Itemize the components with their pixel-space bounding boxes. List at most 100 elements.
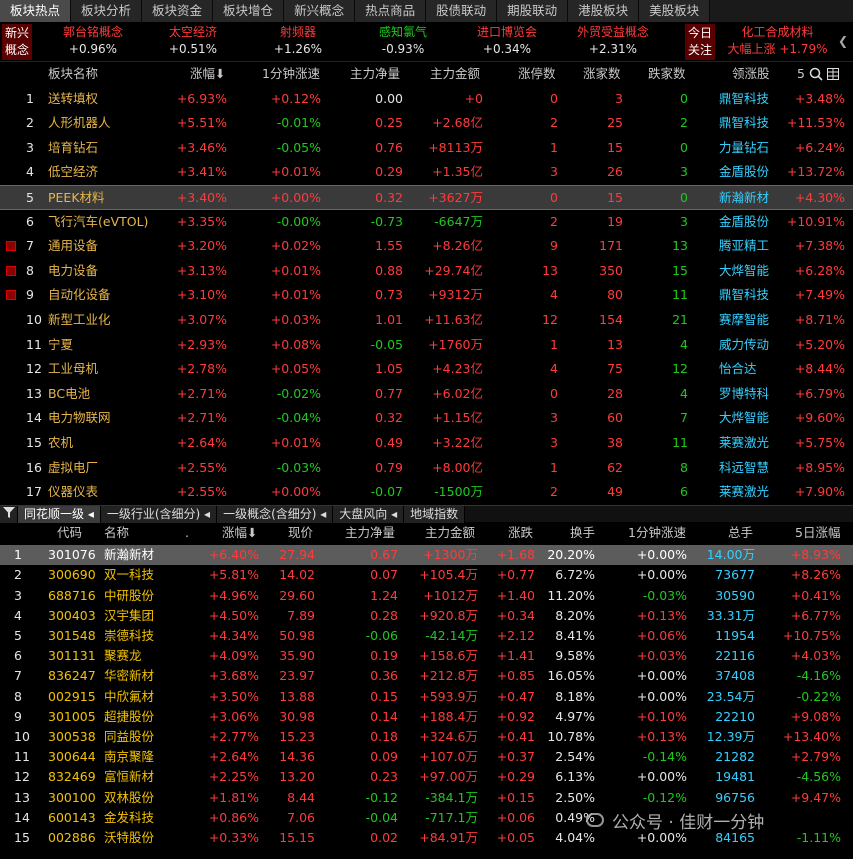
sector-row[interactable]: 12 工业母机 +2.78% +0.05% 1.05 +4.23亿 4 75 12 怡合达 +8.4… [0,357,853,382]
concept-item[interactable]: 进口博览会 +0.34% [452,24,562,58]
col-speed[interactable]: 1分钟涨速 [262,62,320,87]
stock-row[interactable]: 9 301005 超捷股份 +3.06% 30.98 0.14 +188.4万 +0.92 4.… [0,707,853,727]
today-focus-label[interactable]: 今日 关注 [685,24,715,60]
search-icon[interactable] [809,62,823,87]
grid-icon[interactable] [827,62,839,87]
stock-row[interactable]: 11 300644 南京聚隆 +2.64% 14.36 0.09 +107.0万 +0.37 2… [0,747,853,767]
tab-hk-sectors[interactable]: 港股板块 [568,0,640,22]
tab-sector-hot[interactable]: 板块热点 [0,0,72,22]
sector-row[interactable]: 11 宁夏 +2.93% +0.08% -0.05 +1760万 1 13 4 威力传动 +5.20… [0,333,853,358]
col-net[interactable]: 主力净量 [350,62,400,87]
col-down-count[interactable]: 跌家数 [648,62,686,87]
concept-item[interactable]: 郭台铭概念 +0.96% [38,24,148,58]
label-line1: 今日 [687,26,712,40]
concept-item[interactable]: 感知氯气 -0.93% [348,24,458,58]
row-number: 13 [14,789,30,805]
tab-stock-bond[interactable]: 股债联动 [426,0,498,22]
col-up-count[interactable]: 涨家数 [583,62,621,87]
stock-row[interactable]: 8 002915 中欣氟材 +3.50% 13.88 0.15 +593.9万 +0.47 8.… [0,687,853,707]
tab-futures-stock[interactable]: 期股联动 [497,0,569,22]
stock-row[interactable]: 6 301131 聚赛龙 +4.09% 35.90 0.19 +158.6万 +1.41 9.5… [0,646,853,666]
tab-sector-funds[interactable]: 板块资金 [142,0,214,22]
sector-name: 新型工业化 [48,312,111,327]
sector-row[interactable]: 2 人形机器人 +5.51% -0.01% 0.25 +2.68亿 2 25 2 鼎智科技 +11.… [0,111,853,136]
col-name[interactable]: 名称 [104,523,129,543]
stock-row[interactable]: 5 301548 崇德科技 +4.34% 50.98 -0.06 -42.14万 +2.12 8… [0,626,853,646]
col-change[interactable]: 涨幅⬇ [222,523,257,543]
stock-5day: +9.47% [790,789,841,805]
tab-industry-level1[interactable]: 一级行业(含细分) ◂ [100,506,218,523]
today-focus-item[interactable]: 化工合成材料 大幅上涨 +1.79% [720,24,835,58]
sector-row[interactable]: 8 电力设备 +3.13% +0.01% 0.88 +29.74亿 13 350 15 大烨智能 +… [0,259,853,284]
col-diff[interactable]: 涨跌 [508,523,533,543]
sector-up-count: 62 [607,459,623,475]
stock-name: 崇德科技 [104,628,155,643]
sector-row[interactable]: 13 BC电池 +2.71% -0.02% 0.77 +6.02亿 0 28 4 罗博特科 +6.7… [0,382,853,407]
tab-concept-level1[interactable]: 一级概念(含细分) ◂ [217,506,334,523]
sector-row[interactable]: 1 送转填权 +6.93% +0.12% 0.00 +0 0 3 0 鼎智科技 +3.48% [0,87,853,112]
filter-icon[interactable] [0,506,18,523]
sector-row[interactable]: 9 自动化设备 +3.10% +0.01% 0.73 +9312万 4 80 11 鼎智科技 +7.… [0,283,853,308]
col-amount[interactable]: 主力金额 [430,62,480,87]
tab-market-direction[interactable]: 大盘风向 ◂ [333,506,405,523]
col-net[interactable]: 主力净量 [345,523,395,543]
sector-row[interactable]: 4 低空经济 +3.41% +0.01% 0.29 +1.35亿 3 26 3 金盾股份 +13.7… [0,160,853,185]
tab-region-index[interactable]: 地域指数 [404,506,466,523]
sector-row[interactable]: 3 培育钻石 +3.46% -0.05% 0.76 +8113万 1 15 0 力量钻石 +6.24… [0,136,853,161]
stock-row[interactable]: 3 688716 中研股份 +4.96% 29.60 1.24 +1012万 +1.40 11.… [0,586,853,606]
col-5day[interactable]: 5日涨幅 [795,523,840,543]
col-more[interactable]: 5 [797,62,805,87]
stock-net: -0.06 [365,628,398,643]
col-price[interactable]: 现价 [288,523,313,543]
stock-volume: 14.00万 [706,547,755,563]
sector-row[interactable]: 10 新型工业化 +3.07% +0.03% 1.01 +11.63亿 12 154 21 赛摩智… [0,308,853,333]
stock-row[interactable]: 12 832469 富恒新材 +2.25% 13.20 0.23 +97.00万 +0.29 6… [0,767,853,787]
sector-row[interactable]: 16 虚拟电厂 +2.55% -0.03% 0.79 +8.00亿 1 62 8 科远智慧 +8.9… [0,456,853,481]
sector-row[interactable]: 5 PEEK材料 +3.40% +0.00% 0.32 +3627万 0 15 0 新瀚新材 +4.… [0,185,853,210]
col-turnover[interactable]: 换手 [570,523,595,543]
sector-leader-change: +6.28% [794,262,845,278]
tab-ths-level1[interactable]: 同花顺一级 ◂ [18,506,101,523]
stock-row[interactable]: 13 300100 双林股份 +1.81% 8.44 -0.12 -384.1万 +0.15 2… [0,788,853,808]
sector-leader: 莱赛激光 [719,484,770,500]
col-amount[interactable]: 主力金额 [425,523,475,543]
sector-row[interactable]: 7 通用设备 +3.20% +0.02% 1.55 +8.26亿 9 171 13 腾亚精工 +7.… [0,234,853,259]
concept-item[interactable]: 外贸受益概念 +2.31% [558,24,668,58]
sector-net: 0.49 [375,435,403,450]
col-speed[interactable]: 1分钟涨速 [628,523,686,543]
tab-sector-position[interactable]: 板块增仓 [213,0,285,22]
sector-row[interactable]: 14 电力物联网 +2.71% -0.04% 0.32 +1.15亿 3 60 7 大烨智能 +9.… [0,406,853,431]
tab-emerging-concepts[interactable]: 新兴概念 [284,0,356,22]
sector-speed: +0.03% [270,312,321,327]
tab-sector-analysis[interactable]: 板块分析 [71,0,143,22]
stock-amount: +105.4万 [419,567,478,583]
concept-item[interactable]: 射频器 +1.26% [243,24,353,58]
concept-item[interactable]: 太空经济 +0.51% [138,24,248,58]
col-leader[interactable]: 领涨股 [732,62,770,87]
stock-row[interactable]: 10 300538 同益股份 +2.77% 15.23 0.18 +324.6万 +0.41 1… [0,727,853,747]
stock-net: 1.24 [370,587,398,603]
sector-speed: +0.01% [270,287,321,303]
col-limit-up[interactable]: 涨停数 [518,62,556,87]
sector-row[interactable]: 6 飞行汽车(eVTOL) +3.35% -0.00% -0.73 -6647万 2 19 3 金… [0,210,853,235]
col-sector-name[interactable]: 板块名称 [48,62,98,87]
tab-us-sectors[interactable]: 美股板块 [639,0,711,22]
sector-leader: 威力传动 [719,336,770,352]
sector-leader-change: +4.30% [794,190,845,205]
stock-row[interactable]: 4 300403 汉宇集团 +4.50% 7.89 0.28 +920.8万 +0.34 8.2… [0,606,853,626]
col-volume[interactable]: 总手 [728,523,753,543]
col-change[interactable]: 涨幅⬇ [190,62,225,87]
watermark: 公众号 · 佳财一分钟 [612,813,765,833]
sector-limit-up: 2 [550,115,558,131]
stock-row[interactable]: 2 300690 双一科技 +5.81% 14.02 0.07 +105.4万 +0.77 6.… [0,565,853,585]
scroll-left-icon[interactable]: ❮ [838,34,848,48]
stock-row[interactable]: 1 301076 新瀚新材 +6.40% 27.94 0.67 +1300万 +1.68 20.… [0,545,853,566]
tab-hot-commodities[interactable]: 热点商品 [355,0,427,22]
sector-row[interactable]: 15 农机 +2.64% +0.01% 0.49 +3.22亿 3 38 11 莱赛激光 +5.75… [0,431,853,456]
stock-amount: +107.0万 [419,749,478,765]
col-code[interactable]: 代码 [57,523,82,543]
sector-row[interactable]: 17 仪器仪表 +2.55% +0.00% -0.07 -1500万 2 49 6 莱赛激光 +7.… [0,480,853,505]
stock-row[interactable]: 7 836247 华密新材 +3.68% 23.97 0.36 +212.8万 +0.85 16… [0,666,853,686]
stock-5day: +4.03% [790,648,841,664]
emerging-concepts-label[interactable]: 新兴 概念 [2,24,32,60]
